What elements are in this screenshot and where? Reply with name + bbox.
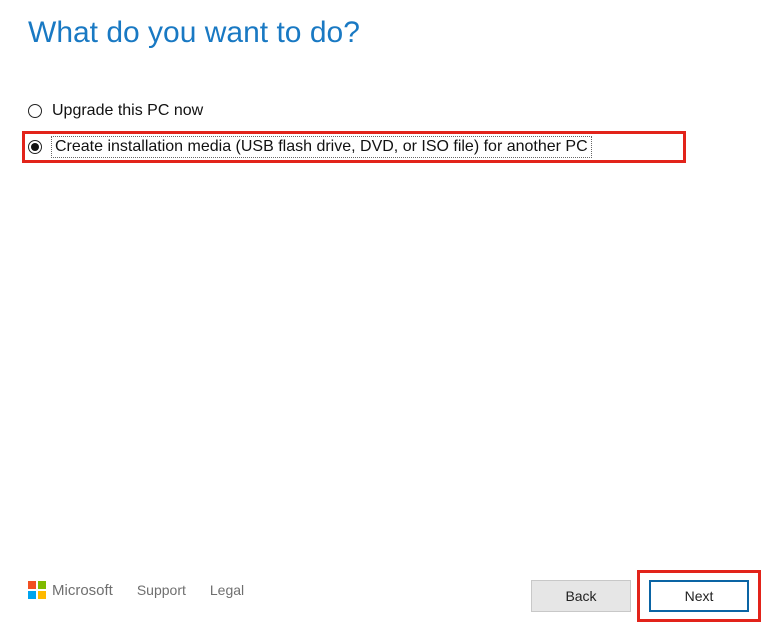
option-label: Upgrade this PC now bbox=[52, 102, 203, 120]
support-link[interactable]: Support bbox=[137, 582, 186, 598]
radio-icon[interactable] bbox=[28, 104, 42, 118]
legal-link[interactable]: Legal bbox=[210, 582, 244, 598]
radio-icon[interactable] bbox=[28, 140, 42, 154]
button-bar: Back Next bbox=[531, 580, 749, 612]
page-title: What do you want to do? bbox=[28, 16, 360, 50]
microsoft-logo-icon bbox=[28, 581, 46, 599]
option-create-media[interactable]: Create installation media (USB flash dri… bbox=[28, 132, 591, 162]
options-group: Upgrade this PC now Create installation … bbox=[28, 96, 591, 168]
focus-dotted-outline: Create installation media (USB flash dri… bbox=[52, 137, 591, 157]
brand-text: Microsoft bbox=[52, 582, 113, 599]
option-upgrade[interactable]: Upgrade this PC now bbox=[28, 96, 591, 126]
back-button[interactable]: Back bbox=[531, 580, 631, 612]
next-button[interactable]: Next bbox=[649, 580, 749, 612]
option-label: Create installation media (USB flash dri… bbox=[52, 137, 591, 157]
